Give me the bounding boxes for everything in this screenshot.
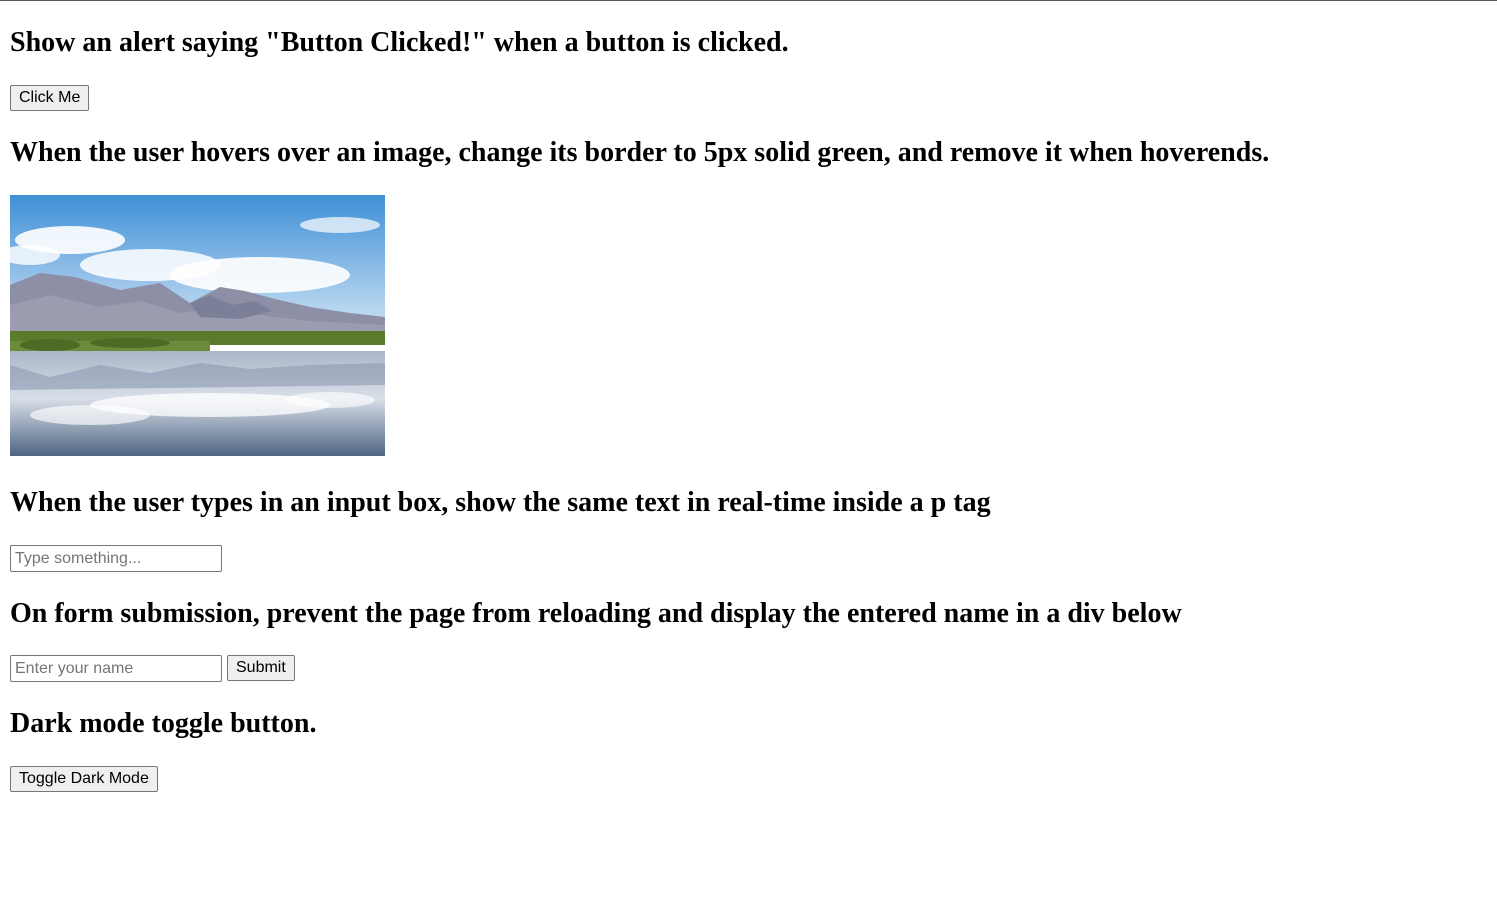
type-something-input[interactable]: [10, 545, 222, 572]
click-me-button[interactable]: Click Me: [10, 85, 90, 111]
landscape-image[interactable]: [0, 195, 385, 456]
landscape-image-graphic: [0, 195, 385, 456]
submit-button[interactable]: Submit: [227, 655, 295, 681]
form-heading: On form submission, prevent the page fro…: [10, 598, 1182, 629]
toggle-dark-mode-button[interactable]: Toggle Dark Mode: [10, 766, 158, 792]
hover-heading: When the user hovers over an image, chan…: [10, 137, 1270, 168]
name-input[interactable]: [10, 655, 222, 682]
mirror-heading: When the user types in an input box, sho…: [10, 487, 991, 518]
dark-mode-heading: Dark mode toggle button.: [10, 708, 317, 739]
alert-heading: Show an alert saying "Button Clicked!" w…: [10, 27, 789, 58]
